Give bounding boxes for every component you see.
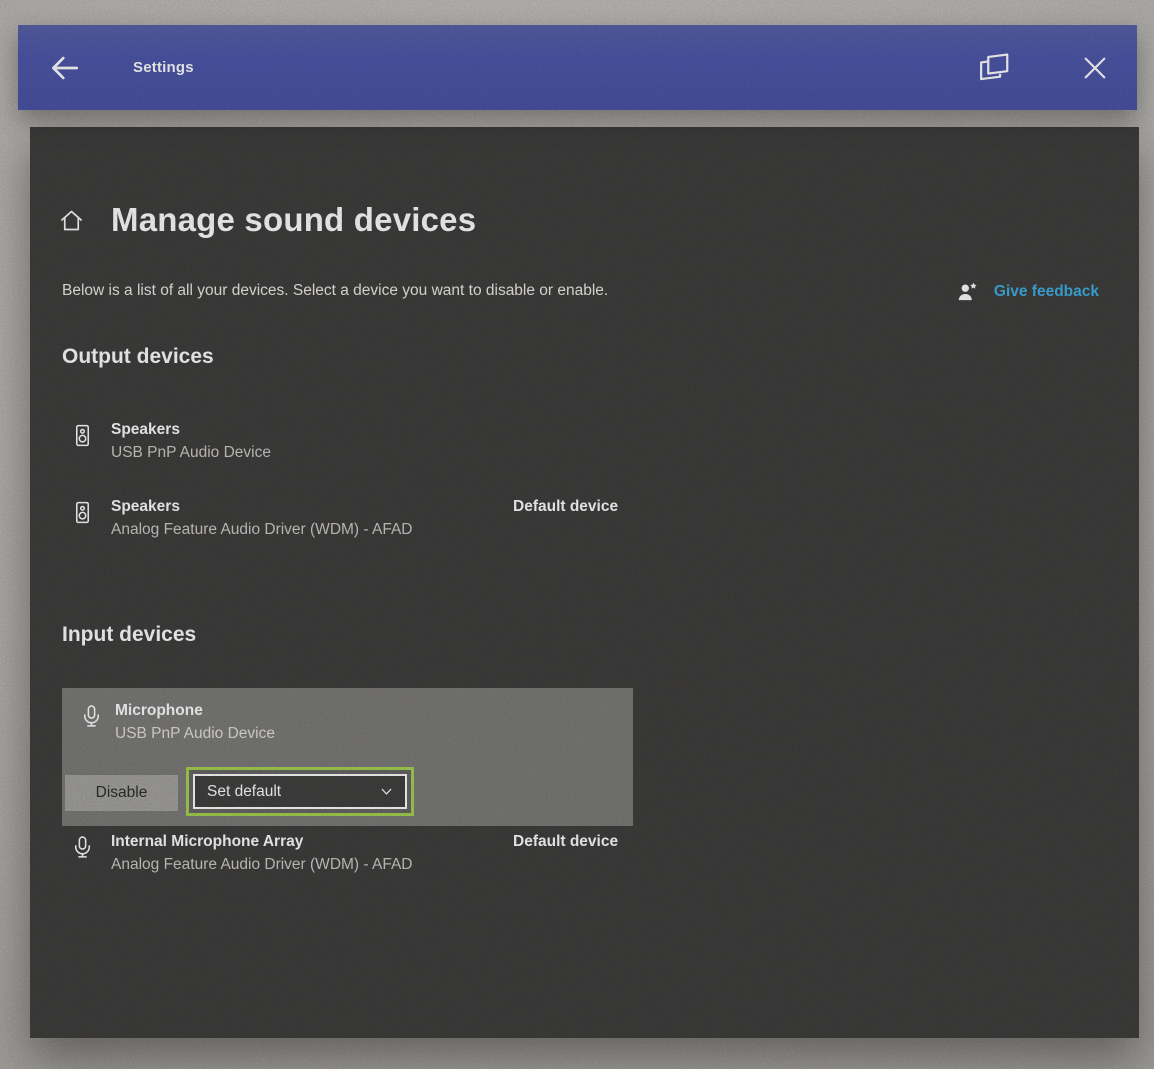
close-icon [1079, 52, 1111, 84]
person-sparkle-icon [955, 279, 981, 305]
page-title: Manage sound devices [111, 201, 476, 239]
give-feedback-link[interactable]: Give feedback [955, 279, 1099, 305]
device-row-speakers-usb[interactable]: Speakers USB PnP Audio Device [62, 419, 1107, 475]
speaker-icon [69, 499, 95, 525]
titlebar-actions [967, 42, 1121, 94]
mixed-reality-environment: Settings [0, 0, 1154, 1069]
arrow-left-icon [47, 51, 81, 85]
chevron-down-icon [378, 783, 395, 800]
page-header: Manage sound devices [58, 201, 476, 239]
set-default-focus-ring: Set default [186, 767, 414, 816]
give-feedback-label: Give feedback [994, 283, 1099, 301]
set-default-dropdown[interactable]: Set default [193, 774, 407, 809]
follow-window-button[interactable] [967, 42, 1019, 94]
back-button[interactable] [38, 42, 90, 94]
speaker-icon [69, 422, 95, 448]
device-row-internal-microphone[interactable]: Internal Microphone Array Analog Feature… [62, 831, 1107, 887]
device-name: Microphone [115, 700, 275, 722]
set-default-label: Set default [207, 783, 281, 801]
disable-button[interactable]: Disable [65, 775, 178, 811]
device-detail: Analog Feature Audio Driver (WDM) - AFAD [111, 853, 413, 876]
device-text: Internal Microphone Array Analog Feature… [111, 831, 413, 876]
device-row-speakers-analog[interactable]: Speakers Analog Feature Audio Driver (WD… [62, 496, 1107, 552]
output-devices-heading: Output devices [62, 345, 214, 369]
device-detail: USB PnP Audio Device [111, 441, 271, 464]
titlebar: Settings [18, 25, 1137, 110]
device-status: Default device [513, 831, 618, 853]
input-devices-heading: Input devices [62, 623, 196, 647]
device-name: Speakers [111, 496, 413, 518]
selected-device-card-microphone[interactable]: Microphone USB PnP Audio Device Disable … [62, 688, 633, 826]
device-text: Speakers USB PnP Audio Device [111, 419, 271, 464]
microphone-icon [69, 834, 95, 860]
device-name: Internal Microphone Array [111, 831, 413, 853]
device-status: Default device [513, 496, 618, 518]
close-button[interactable] [1069, 42, 1121, 94]
device-detail: Analog Feature Audio Driver (WDM) - AFAD [111, 518, 413, 541]
titlebar-title: Settings [133, 59, 194, 76]
microphone-icon [78, 703, 104, 729]
page-description: Below is a list of all your devices. Sel… [62, 279, 640, 303]
device-name: Speakers [111, 419, 271, 441]
device-detail: USB PnP Audio Device [115, 722, 275, 745]
settings-window: Manage sound devices Below is a list of … [30, 127, 1139, 1038]
device-text: Microphone USB PnP Audio Device [115, 700, 275, 745]
home-icon [58, 207, 85, 234]
device-text: Speakers Analog Feature Audio Driver (WD… [111, 496, 413, 541]
follow-window-icon [974, 49, 1012, 87]
